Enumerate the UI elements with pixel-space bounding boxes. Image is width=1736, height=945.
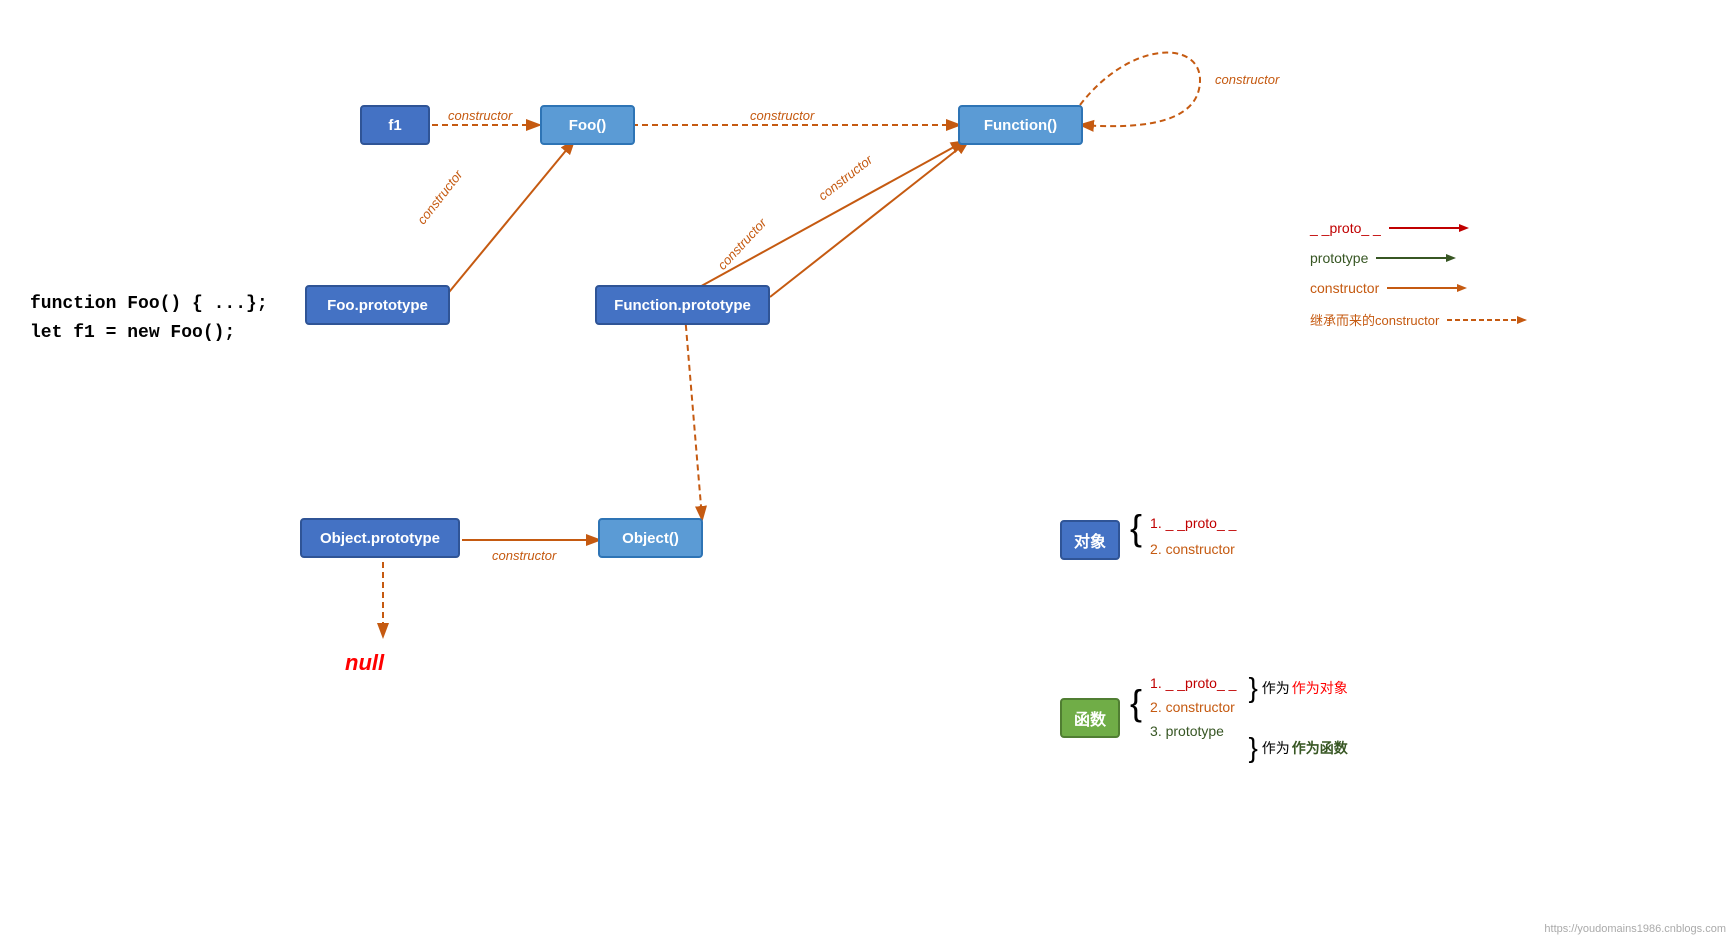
box-function: Function(): [958, 105, 1083, 145]
fn-prop3: 3. prototype: [1150, 723, 1236, 739]
legend-constructor-arrow: [1387, 280, 1467, 296]
fn-prop2: 2. constructor: [1150, 699, 1236, 715]
fn-note2-green: 作为函数: [1292, 738, 1348, 758]
brace-object: {: [1130, 510, 1142, 546]
legend-area: _ _proto_ _ prototype constructor 继承而来的c…: [1310, 220, 1527, 343]
null-text: null: [345, 650, 384, 676]
fn-note1: 作为: [1262, 678, 1290, 698]
object-section: 对象 { 1. _ _proto_ _ 2. constructor: [1060, 510, 1236, 560]
fn-notes: } 作为作为对象 } 作为作为函数: [1248, 670, 1347, 764]
watermark: https://youdomains1986.cnblogs.com: [1544, 923, 1726, 935]
label-fooproto-foo: constructor: [414, 167, 465, 227]
box-hanshu: 函数: [1060, 698, 1120, 738]
fn-note2: 作为: [1262, 738, 1290, 758]
label-funcproto-func2: constructor: [715, 215, 770, 272]
fn-prop1: 1. _ _proto_ _: [1150, 675, 1236, 691]
legend-proto-arrow: [1389, 220, 1469, 236]
code-line1: function Foo() { ...};: [30, 290, 268, 319]
diagram-container: Foo() : constructor --> Function() : con…: [0, 0, 1736, 945]
label-f1-foo: constructor: [448, 108, 512, 123]
box-object: Object(): [598, 518, 703, 558]
code-block: function Foo() { ...}; let f1 = new Foo(…: [30, 290, 268, 348]
code-line2: let f1 = new Foo();: [30, 319, 268, 348]
box-foo: Foo(): [540, 105, 635, 145]
label-foo-function: constructor: [750, 108, 814, 123]
brace-function: {: [1130, 685, 1142, 721]
fn-note1-red: 作为对象: [1292, 678, 1348, 698]
function-section: 函数 { 1. _ _proto_ _ 2. constructor 3. pr…: [1060, 670, 1348, 764]
legend-constructor-label: constructor: [1310, 280, 1379, 296]
legend-inherited-label: 继承而来的constructor: [1310, 310, 1439, 329]
legend-prototype-arrow: [1376, 250, 1456, 266]
legend-inherited-arrow: [1447, 312, 1527, 328]
arrows-svg: Foo() : constructor --> Function() : con…: [0, 0, 1736, 945]
box-object-prototype: Object.prototype: [300, 518, 460, 558]
box-duixiang: 对象: [1060, 520, 1120, 560]
legend-proto-label: _ _proto_ _: [1310, 220, 1381, 236]
obj-prop1: 1. _ _proto_ _: [1150, 515, 1236, 531]
function-props: 1. _ _proto_ _ 2. constructor 3. prototy…: [1150, 675, 1236, 739]
label-funcproto-func1: constructor: [815, 152, 875, 203]
obj-prop2: 2. constructor: [1150, 541, 1236, 557]
box-function-prototype: Function.prototype: [595, 285, 770, 325]
box-foo-prototype: Foo.prototype: [305, 285, 450, 325]
label-objproto-obj: constructor: [492, 548, 556, 563]
label-function-self: constructor: [1215, 72, 1279, 87]
box-f1: f1: [360, 105, 430, 145]
object-props: 1. _ _proto_ _ 2. constructor: [1150, 515, 1236, 557]
legend-prototype-label: prototype: [1310, 250, 1368, 266]
